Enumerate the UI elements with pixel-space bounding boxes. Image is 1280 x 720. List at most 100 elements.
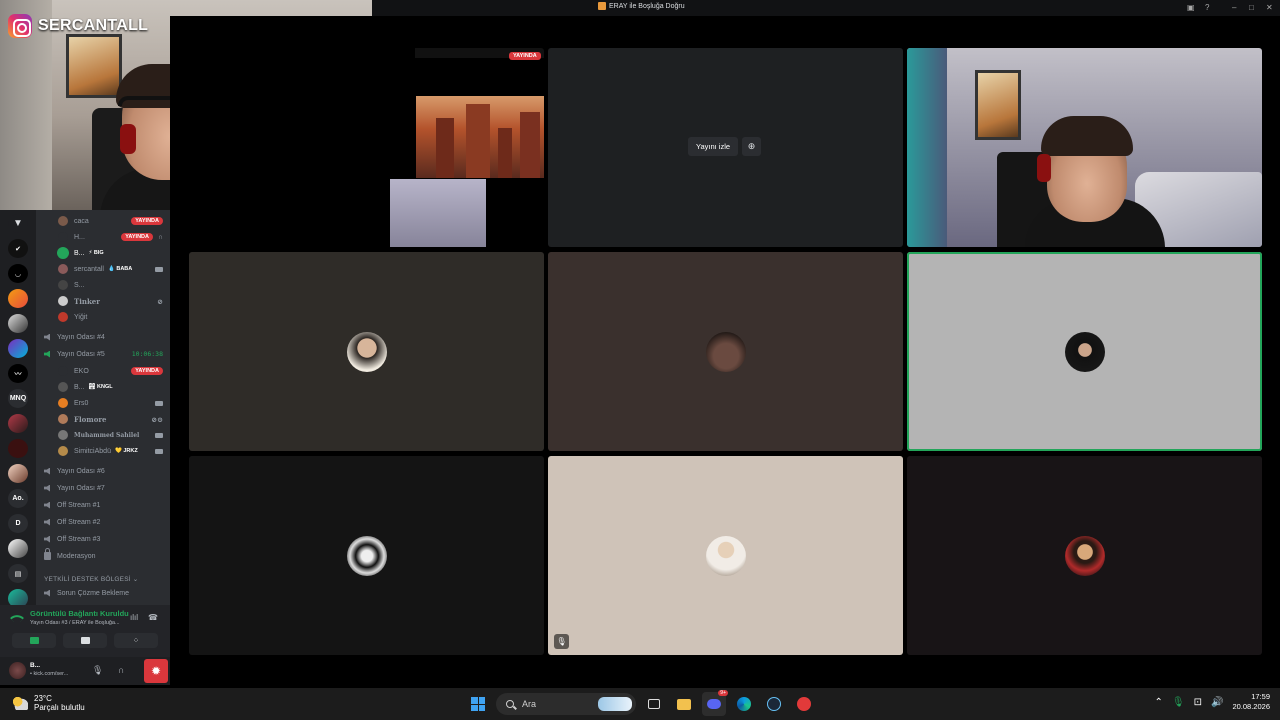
server-icon-6[interactable] <box>8 339 28 358</box>
server-icon-8[interactable] <box>8 414 28 433</box>
server-icon-2[interactable]: ✔ <box>8 239 28 258</box>
avatar <box>58 264 68 274</box>
edge-button[interactable] <box>732 692 756 716</box>
camera-icon <box>155 266 163 272</box>
voice-user[interactable]: Tinker ⊘ <box>36 294 170 308</box>
weather-widget[interactable]: 23°C Parçalı bulutlu <box>12 694 85 712</box>
chevron-up-icon[interactable]: ⌃ <box>1155 697 1163 708</box>
building <box>520 112 540 178</box>
steam-button[interactable] <box>762 692 786 716</box>
live-badge: YAYINDA <box>131 217 163 225</box>
minimize-button[interactable]: – <box>1232 3 1236 13</box>
avatar <box>58 382 68 392</box>
activities-icon: ⁘ <box>132 636 140 645</box>
volume-icon[interactable]: 🔊 <box>1211 697 1223 708</box>
voice-channel-support[interactable]: Sorun Çözme Bekleme <box>36 586 170 600</box>
settings-button[interactable]: ✹ <box>144 659 168 683</box>
voice-location[interactable]: Yayın Odası #3 / ERAY ile Boşluğa... <box>30 620 120 626</box>
activities-button[interactable]: ⁘ <box>114 633 158 648</box>
screen-share-tile[interactable] <box>189 48 544 247</box>
voice-user[interactable]: H... YAYINDA ∩ <box>36 230 170 244</box>
server-icon-10[interactable] <box>8 464 28 483</box>
voice-channel-off2[interactable]: Off Stream #2 <box>36 515 170 529</box>
screen-share-icon <box>80 637 90 644</box>
server-icon-mnq[interactable]: MNQ <box>8 389 28 408</box>
voice-channel-room6[interactable]: Yayın Odası #6 <box>36 464 170 478</box>
popout-button[interactable]: ⊕ <box>742 137 761 156</box>
task-view-button[interactable] <box>642 692 666 716</box>
server-icon-13[interactable] <box>8 589 28 605</box>
camera-button[interactable] <box>12 633 56 648</box>
server-icon-5[interactable] <box>8 314 28 333</box>
app-button[interactable] <box>792 692 816 716</box>
channel-list: caca YAYINDA H... YAYINDA ∩ B... ⚡ BIG s… <box>36 210 170 605</box>
headphone-icon[interactable]: ∩ <box>118 665 124 675</box>
clock[interactable]: 17:59 20.08.2026 <box>1232 692 1270 712</box>
stream-preview-tile[interactable]: Yayını izle ⊕ <box>548 48 903 247</box>
microphone-icon[interactable]: 🎙 <box>1172 697 1185 708</box>
voice-user[interactable]: Flomore ⊘⊙ <box>36 412 170 426</box>
voice-channel-room7[interactable]: Yayın Odası #7 <box>36 481 170 495</box>
voice-user[interactable]: B... ⚡ BIG <box>36 246 170 260</box>
gear-icon: ✹ <box>150 664 162 678</box>
streamer-handle: SERCANTALL <box>38 17 149 34</box>
voice-user[interactable]: Muhammed Sahilel <box>36 428 170 442</box>
server-icon-11[interactable] <box>8 539 28 558</box>
voice-user[interactable]: Yiğit <box>36 310 170 324</box>
disconnect-icon[interactable]: ☎ <box>148 613 158 622</box>
avatar <box>58 312 68 322</box>
inbox-icon[interactable]: ▣ <box>1187 3 1195 13</box>
noise-suppression-icon[interactable]: ılıl <box>130 613 138 622</box>
participant-tile[interactable] <box>189 456 544 655</box>
close-button[interactable]: ✕ <box>1266 3 1273 13</box>
participant-tile[interactable] <box>907 456 1262 655</box>
speaker-icon <box>44 501 50 509</box>
avatar[interactable] <box>9 662 26 679</box>
participant-tile[interactable] <box>189 252 544 451</box>
voice-channel-off1[interactable]: Off Stream #1 <box>36 498 170 512</box>
server-icon-ao[interactable]: Ao. <box>8 489 28 508</box>
voice-user[interactable]: Ers0 <box>36 396 170 410</box>
voice-user[interactable]: sercantall 💧 BABA <box>36 262 170 276</box>
avatar <box>58 414 68 424</box>
channel-moderation[interactable]: Moderasyon <box>36 548 170 563</box>
voice-connection-panel: Görüntülü Bağlantı Kuruldu Yayın Odası #… <box>0 605 170 657</box>
server-icon-7[interactable]: 〰 <box>8 364 28 383</box>
voice-user[interactable]: S... <box>36 278 170 292</box>
headphone-icon: ∩ <box>157 233 163 241</box>
server-icon-12[interactable]: ▤ <box>8 564 28 583</box>
signal-icon <box>9 610 25 626</box>
discord-button[interactable]: 9+ <box>702 690 728 716</box>
participant-tile-speaking[interactable] <box>907 252 1262 451</box>
folder-icon <box>677 698 691 710</box>
maximize-button[interactable]: □ <box>1249 3 1254 13</box>
participant-tile[interactable]: 🎙 <box>548 456 903 655</box>
voice-channel-room5[interactable]: Yayın Odası #5 10:06:38 <box>36 347 170 361</box>
avatar <box>58 216 68 226</box>
watch-stream-button[interactable]: Yayını izle <box>688 137 739 156</box>
help-icon[interactable]: ? <box>1205 3 1209 13</box>
taskbar-search[interactable]: Ara <box>496 693 636 715</box>
voice-channel-off3[interactable]: Off Stream #3 <box>36 532 170 546</box>
server-icon-9[interactable] <box>8 439 28 458</box>
server-icon-4[interactable] <box>8 289 28 308</box>
voice-channel-room4[interactable]: Yayın Odası #4 <box>36 330 170 344</box>
voice-user[interactable]: caca YAYINDA <box>36 214 170 228</box>
server-icon-d[interactable]: D <box>8 514 28 533</box>
voice-user[interactable]: SimitciAbdü 💛 JRKZ <box>36 444 170 458</box>
server-icon-3[interactable]: ◡ <box>8 264 28 283</box>
background-light <box>907 48 947 247</box>
category-header[interactable]: YETKİLİ DESTEK BÖLGESİ ⌄ <box>44 575 138 583</box>
voice-user[interactable]: B... 🏞 KNGL <box>36 380 170 394</box>
webcam-tile[interactable] <box>907 48 1262 247</box>
voice-status[interactable]: Görüntülü Bağlantı Kuruldu <box>30 609 129 618</box>
server-icon-1[interactable]: ▼ <box>8 214 28 233</box>
start-button[interactable] <box>466 692 490 716</box>
screen-share-button[interactable] <box>63 633 107 648</box>
voice-user[interactable]: EKO YAYINDA <box>36 364 170 378</box>
file-explorer-button[interactable] <box>672 692 696 716</box>
network-icon[interactable]: ⊡ <box>1194 697 1202 708</box>
participant-tile[interactable] <box>548 252 903 451</box>
instagram-icon <box>8 14 32 38</box>
microphone-icon[interactable]: 🎙 <box>92 665 103 676</box>
